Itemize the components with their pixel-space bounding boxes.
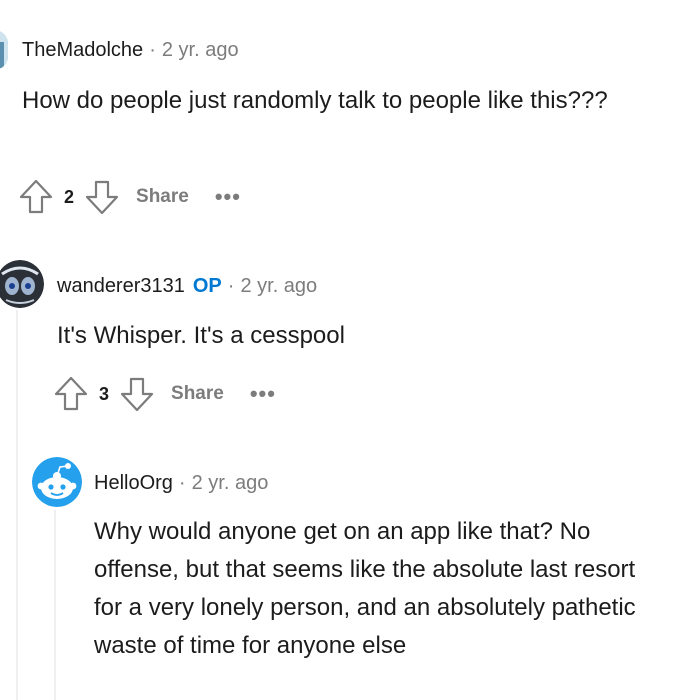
avatar[interactable] (0, 260, 44, 308)
timestamp[interactable]: 2 yr. ago (192, 472, 269, 494)
separator-dot: · (149, 39, 156, 61)
downvote-button[interactable] (119, 375, 155, 413)
author-name[interactable]: HelloOrg (94, 472, 173, 494)
comment-meta: wanderer3131 OP · 2 yr. ago (57, 275, 317, 298)
upvote-icon (54, 376, 88, 411)
avatar-image (0, 30, 8, 70)
comment-thread: TheMadolche · 2 yr. ago How do people just… (0, 0, 700, 700)
upvote-icon (19, 179, 53, 214)
thread-line[interactable] (54, 510, 56, 700)
downvote-button[interactable] (84, 178, 120, 216)
author-name[interactable]: wanderer3131 (57, 275, 185, 297)
vote-count: 2 (64, 186, 75, 207)
avatar[interactable] (32, 457, 82, 507)
share-button[interactable]: Share (136, 186, 189, 208)
vote-count: 3 (99, 383, 110, 404)
comment-actions: 2 Share ••• (18, 177, 241, 217)
comment-actions: 3 Share ••• (53, 374, 276, 414)
timestamp[interactable]: 2 yr. ago (162, 39, 239, 61)
separator-dot: · (178, 472, 186, 494)
op-badge: OP (192, 275, 222, 297)
timestamp[interactable]: 2 yr. ago (240, 275, 317, 297)
thread-line[interactable] (16, 310, 18, 700)
downvote-icon (120, 377, 154, 412)
comment-body: How do people just randomly talk to peop… (22, 87, 608, 114)
more-options-button[interactable]: ••• (215, 186, 241, 208)
comment-meta: TheMadolche · 2 yr. ago (22, 39, 239, 62)
share-button[interactable]: Share (171, 383, 224, 405)
upvote-button[interactable] (53, 375, 89, 413)
avatar[interactable] (0, 30, 8, 70)
comment-meta: HelloOrg · 2 yr. ago (94, 472, 268, 495)
avatar-image (0, 260, 44, 308)
snoo-avatar-icon (32, 457, 82, 507)
downvote-icon (85, 180, 119, 215)
comment-body: It's Whisper. It's a cesspool (57, 322, 345, 349)
author-name[interactable]: TheMadolche (22, 39, 143, 61)
separator-dot: · (227, 275, 235, 297)
comment-body: Why would anyone get on an app like that… (94, 518, 636, 659)
more-options-button[interactable]: ••• (250, 383, 276, 405)
upvote-button[interactable] (18, 178, 54, 216)
